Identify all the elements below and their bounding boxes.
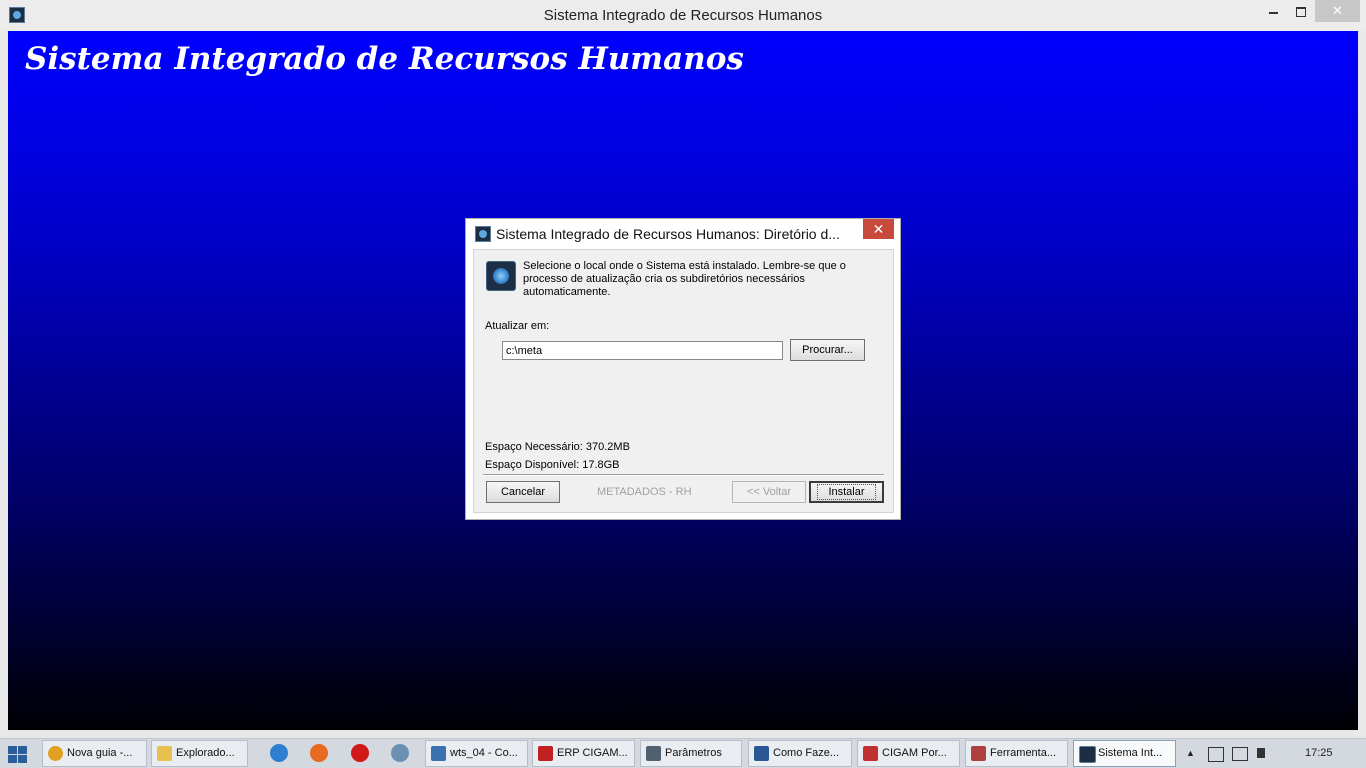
update-location-label: Atualizar em: [485, 320, 550, 332]
taskbar-item-label: Parâmetros [665, 747, 722, 759]
window-icon [646, 746, 661, 761]
dialog-app-icon [475, 226, 491, 242]
tools-icon [971, 746, 986, 761]
app-heading: Sistema Integrado de Recursos Humanos [25, 41, 744, 77]
windows-logo-icon [8, 746, 17, 754]
brand-label: METADADOS - RH [597, 486, 692, 498]
opera-icon[interactable] [351, 744, 369, 762]
dialog-body: Selecione o local onde o Sistema está in… [473, 249, 894, 513]
app-pinned-icon[interactable] [391, 744, 409, 762]
minimize-icon [1268, 11, 1278, 14]
taskbar-item-erp-cigam[interactable]: ERP CIGAM... [532, 740, 635, 767]
network-icon[interactable] [1232, 747, 1248, 761]
back-button[interactable]: << Voltar [732, 481, 806, 503]
taskbar-clock[interactable]: 17:25 [1305, 747, 1333, 759]
install-directory-dialog: Sistema Integrado de Recursos Humanos: D… [465, 218, 901, 520]
taskbar-item-label: Explorado... [176, 747, 235, 759]
close-button[interactable]: ✕ [1315, 0, 1360, 22]
maximize-button[interactable] [1287, 0, 1315, 22]
folder-icon [157, 746, 172, 761]
dialog-separator [483, 474, 884, 476]
taskbar-item-word[interactable]: Como Faze... [748, 740, 852, 767]
start-button[interactable] [6, 744, 28, 764]
windows-logo-pane [18, 755, 27, 763]
volume-icon[interactable] [1257, 748, 1265, 758]
minimize-button[interactable] [1259, 0, 1287, 22]
windows-logo-pane [18, 746, 27, 754]
taskbar-item-label: Nova guia -... [67, 747, 133, 759]
install-button-label: Instalar [817, 484, 876, 500]
window-titlebar[interactable]: Sistema Integrado de Recursos Humanos ✕ [0, 0, 1366, 31]
cigam-icon [538, 746, 553, 761]
cigam-portal-icon [863, 746, 878, 761]
metadados-icon [1079, 746, 1096, 763]
taskbar-item-label: Sistema Int... [1098, 747, 1163, 759]
word-icon [754, 746, 769, 761]
taskbar-item-chrome[interactable]: Nova guia -... [42, 740, 147, 767]
remote-desktop-icon [431, 746, 446, 761]
taskbar-item-cigam-portal[interactable]: CIGAM Por... [857, 740, 960, 767]
windows-logo-pane [8, 755, 17, 763]
taskbar-item-label: CIGAM Por... [882, 747, 947, 759]
install-button[interactable]: Instalar [809, 481, 884, 503]
taskbar-item-label: ERP CIGAM... [557, 747, 628, 759]
ie-icon[interactable] [270, 744, 288, 762]
taskbar-item-explorer[interactable]: Explorado... [151, 740, 248, 767]
dialog-title: Sistema Integrado de Recursos Humanos: D… [496, 226, 840, 242]
browse-button[interactable]: Procurar... [790, 339, 865, 361]
maximize-icon [1296, 6, 1306, 17]
taskbar: Nova guia -... Explorado... wts_04 - Co.… [0, 738, 1366, 768]
taskbar-item-ferramentas[interactable]: Ferramenta... [965, 740, 1068, 767]
firefox-icon[interactable] [310, 744, 328, 762]
taskbar-item-sistema[interactable]: Sistema Int... [1073, 740, 1176, 767]
window-title: Sistema Integrado de Recursos Humanos [543, 7, 823, 24]
dialog-description: Selecione o local onde o Sistema está in… [523, 260, 846, 298]
space-available: Espaço Disponível: 17.8GB [485, 459, 620, 471]
cancel-button[interactable]: Cancelar [486, 481, 560, 503]
taskbar-item-remote[interactable]: wts_04 - Co... [425, 740, 528, 767]
taskbar-item-parametros[interactable]: Parâmetros [640, 740, 742, 767]
setup-icon [486, 261, 516, 291]
taskbar-item-label: Como Faze... [773, 747, 840, 759]
space-required: Espaço Necessário: 370.2MB [485, 441, 630, 453]
taskbar-item-label: Ferramenta... [990, 747, 1057, 759]
taskbar-item-label: wts_04 - Co... [450, 747, 518, 759]
battery-icon[interactable] [1208, 747, 1224, 762]
chrome-icon [48, 746, 63, 761]
main-window: Sistema Integrado de Recursos Humanos ✕ … [0, 0, 1366, 738]
install-path-input[interactable] [502, 341, 783, 360]
tray-overflow-icon[interactable]: ▲ [1186, 748, 1195, 758]
dialog-close-button[interactable]: ✕ [863, 219, 894, 239]
